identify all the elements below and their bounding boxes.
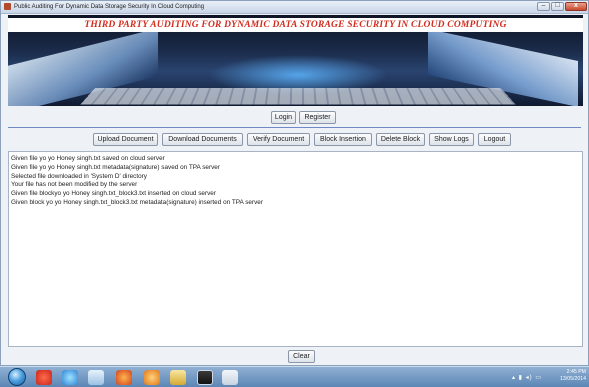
log-line: Given file yo yo Honey singh.txt metadat… — [11, 163, 220, 171]
log-line: Given file blockyo yo Honey singh.txt_bl… — [11, 190, 216, 198]
banner-keyboard — [80, 87, 516, 105]
close-button[interactable]: x — [565, 2, 587, 11]
taskbar: ▴ ▮ ◂) ▭ 2:45 PM 13/05/2014 — [0, 366, 589, 387]
upload-document-button[interactable]: Upload Document — [93, 133, 158, 146]
maximize-button[interactable]: □ — [551, 2, 564, 11]
log-line: Given file yo yo Honey singh.txt saved o… — [11, 155, 165, 162]
show-logs-button[interactable]: Show Logs — [429, 133, 474, 146]
log-line: Given block yo yo Honey singh.txt_block3… — [11, 198, 263, 206]
close-icon: x — [574, 2, 578, 9]
clock[interactable]: 2:45 PM 13/05/2014 — [540, 369, 586, 383]
clock-time: 2:45 PM — [566, 369, 586, 375]
login-button[interactable]: Login — [271, 111, 296, 124]
media-player-icon[interactable] — [144, 370, 160, 385]
minimize-icon: – — [541, 2, 546, 9]
clear-button[interactable]: Clear — [288, 350, 315, 363]
firefox-icon[interactable] — [116, 370, 132, 385]
log-line: Selected file downloaded in 'System D' d… — [11, 172, 148, 180]
windows-start-icon[interactable] — [8, 368, 26, 386]
app-window: Public Auditing For Dynamic Data Storage… — [0, 0, 589, 366]
folder-icon[interactable] — [170, 370, 186, 385]
clock-date: 13/05/2014 — [560, 376, 586, 382]
java-icon[interactable] — [222, 370, 238, 385]
window-title: Public Auditing For Dynamic Data Storage… — [14, 4, 205, 10]
maximize-icon: □ — [555, 2, 560, 9]
system-tray-icons[interactable]: ▴ ▮ ◂) ▭ — [512, 374, 542, 381]
download-documents-button[interactable]: Download Documents — [162, 133, 243, 146]
header-divider — [8, 127, 581, 128]
delete-block-button[interactable]: Delete Block — [376, 133, 425, 146]
log-line: Your file has not been modified by the s… — [11, 181, 138, 189]
block-insertion-button[interactable]: Block Insertion — [314, 133, 372, 146]
explorer-icon[interactable] — [88, 370, 104, 385]
header-banner: THIRD PARTY AUDITING FOR DYNAMIC DATA ST… — [8, 15, 583, 106]
opera-icon[interactable] — [36, 370, 52, 385]
register-button[interactable]: Register — [299, 111, 336, 124]
title-bar: Public Auditing For Dynamic Data Storage… — [1, 1, 588, 14]
verify-document-button[interactable]: Verify Document — [247, 133, 310, 146]
ie-icon[interactable] — [62, 370, 78, 385]
banner-title: THIRD PARTY AUDITING FOR DYNAMIC DATA ST… — [8, 18, 583, 32]
terminal-icon[interactable] — [197, 370, 213, 385]
app-icon — [4, 3, 11, 10]
log-textarea[interactable]: Given file yo yo Honey singh.txt saved o… — [8, 151, 583, 347]
logout-button[interactable]: Logout — [478, 133, 511, 146]
minimize-button[interactable]: – — [537, 2, 550, 11]
